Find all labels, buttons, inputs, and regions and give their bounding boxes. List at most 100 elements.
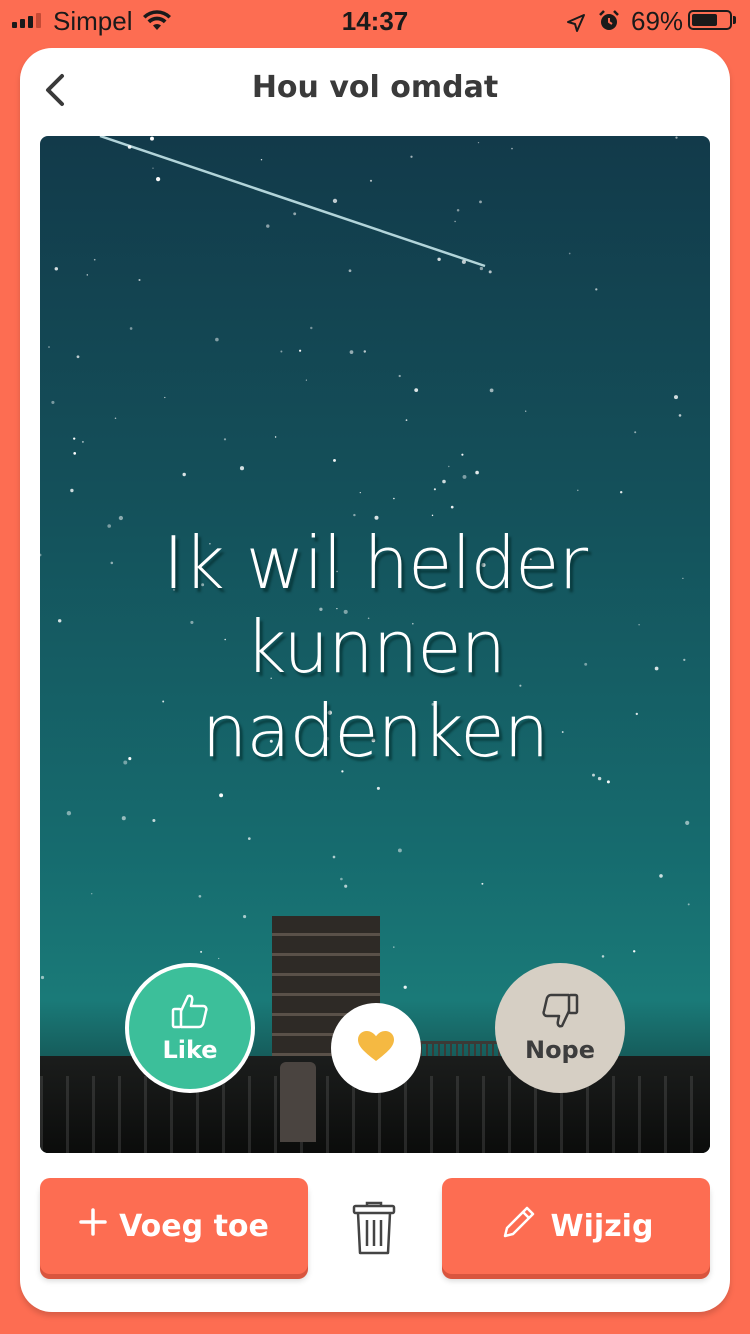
star: [40, 553, 42, 557]
star: [150, 136, 154, 141]
page-title: Hou vol omdat: [251, 70, 499, 105]
star: [363, 350, 367, 353]
star: [164, 396, 166, 399]
star: [182, 472, 186, 477]
delete-button[interactable]: [352, 1200, 396, 1256]
favorite-button[interactable]: [331, 1003, 421, 1093]
star: [359, 491, 361, 494]
star: [489, 388, 494, 393]
star: [687, 903, 690, 906]
star: [218, 957, 220, 960]
star: [659, 874, 663, 878]
battery-icon: [688, 10, 732, 30]
star: [632, 950, 636, 953]
star: [305, 379, 307, 381]
star: [57, 619, 62, 623]
star: [683, 658, 686, 662]
star: [442, 479, 446, 484]
nope-label: Nope: [524, 1036, 596, 1064]
star: [462, 474, 467, 479]
star: [398, 374, 401, 378]
star: [431, 514, 434, 517]
star: [121, 816, 126, 821]
star: [93, 258, 96, 261]
star: [403, 985, 407, 989]
star: [156, 177, 161, 182]
star: [477, 141, 480, 144]
star: [333, 458, 336, 462]
star: [577, 489, 579, 492]
star: [454, 220, 456, 223]
star: [606, 780, 610, 784]
star: [595, 288, 598, 291]
star: [479, 266, 484, 271]
star: [592, 773, 595, 777]
star: [81, 440, 84, 443]
star: [129, 327, 133, 330]
star: [310, 326, 313, 330]
star: [678, 414, 682, 417]
star: [410, 155, 413, 158]
star: [138, 278, 141, 282]
star: [685, 820, 690, 825]
star: [344, 884, 348, 888]
star: [73, 452, 77, 455]
star: [90, 892, 93, 895]
thumbs-down-icon: [540, 992, 580, 1034]
star: [393, 497, 395, 500]
star: [634, 431, 637, 434]
star: [349, 350, 354, 354]
nope-button[interactable]: Nope: [495, 963, 625, 1093]
edit-label: Wijzig: [550, 1208, 654, 1244]
status-bar: Simpel 14:37 69%: [0, 0, 750, 44]
star: [299, 349, 302, 352]
star: [511, 147, 513, 150]
quote-line: nadenken: [201, 689, 549, 773]
star: [247, 837, 251, 840]
star: [40, 975, 45, 980]
edit-button[interactable]: Wijzig: [442, 1178, 710, 1274]
quote-card: Hou vol omdat Ik wil helder kunnen naden…: [20, 48, 730, 1312]
like-button[interactable]: Like: [125, 963, 255, 1093]
star: [127, 145, 132, 149]
thumbs-up-icon: [170, 992, 210, 1034]
star: [450, 505, 454, 509]
star: [374, 515, 379, 520]
star: [437, 257, 441, 261]
star: [675, 136, 678, 139]
star: [481, 882, 484, 885]
star: [73, 437, 76, 440]
trash-icon: [352, 1201, 396, 1260]
star: [86, 274, 89, 276]
add-label: Voeg toe: [119, 1208, 269, 1244]
star: [266, 224, 270, 228]
star: [198, 894, 202, 898]
star: [353, 513, 356, 517]
alarm-icon: [598, 8, 620, 39]
quote-line: kunnen: [244, 605, 506, 689]
star: [48, 346, 50, 348]
star: [461, 259, 466, 264]
add-button[interactable]: Voeg toe: [40, 1178, 308, 1274]
star: [448, 465, 450, 468]
star: [348, 269, 352, 273]
star: [461, 453, 464, 456]
battery-tip: [733, 16, 736, 24]
star: [223, 438, 227, 441]
star: [601, 955, 605, 958]
star: [51, 400, 55, 404]
quote-line: Ik wil helder: [162, 521, 588, 605]
quote-text: Ik wil helder kunnen nadenken: [80, 521, 670, 773]
star: [682, 577, 684, 580]
star: [152, 167, 154, 169]
background-photo: Ik wil helder kunnen nadenken Like Nope: [40, 136, 710, 1153]
star: [280, 350, 283, 353]
star: [475, 470, 479, 475]
star: [433, 488, 436, 491]
star: [152, 818, 156, 823]
star: [369, 179, 373, 182]
star: [488, 270, 492, 274]
star: [243, 915, 247, 919]
star: [66, 811, 72, 816]
star: [376, 786, 380, 790]
